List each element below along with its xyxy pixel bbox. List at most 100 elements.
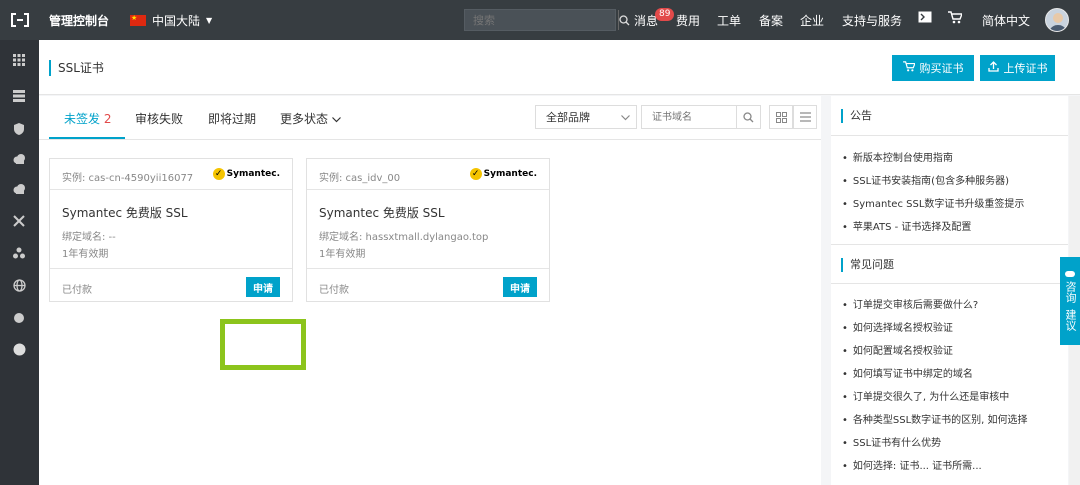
chevron-down-icon [331, 112, 341, 126]
region-label: 中国大陆 [152, 14, 201, 28]
top-bar: 管理控制台 中国大陆 ▼ 消息 89 费用 工单 备案 企业 支持与服务 简体中… [0, 0, 1080, 40]
symantec-logo: ✓ Symantec. [212, 168, 280, 180]
domain-search-input[interactable] [642, 106, 736, 128]
globe-icon[interactable] [10, 276, 28, 294]
buy-certificate-button[interactable]: 购买证书 [892, 55, 974, 81]
brand-name: Symantec. [226, 169, 280, 179]
faq-link[interactable]: 各种类型SSL数字证书的区别, 如何选择 [842, 411, 1028, 426]
upload-certificate-button[interactable]: 上传证书 [980, 55, 1055, 81]
validity-period: 1年有效期 [62, 249, 109, 260]
certificate-card: 实例: cas_idv_00 ✓ Symantec. Symantec 免费版 S… [306, 158, 550, 302]
card-header: 实例: cas-cn-4590yii16077 ✓ Symantec. [50, 159, 292, 190]
china-flag-icon [130, 14, 146, 26]
tab-more-status-label: 更多状态 [280, 112, 329, 126]
cloud-upload-icon[interactable] [10, 180, 28, 198]
terminal-icon[interactable] [918, 11, 932, 26]
faq-link[interactable]: 如何选择: 证书... 证书所需... [842, 457, 982, 472]
brand-select[interactable]: 全部品牌 [535, 105, 637, 129]
nav-billing[interactable]: 费用 [676, 12, 700, 29]
faq-link[interactable]: 如何选择域名授权验证 [842, 319, 953, 334]
active-tab-indicator [49, 137, 125, 139]
region-selector[interactable]: 中国大陆 ▼ [130, 12, 212, 29]
highlight-box [220, 319, 306, 370]
faq-title: 常见问题 [841, 258, 894, 272]
tab-more-status[interactable]: 更多状态 [280, 110, 341, 127]
main-area: SSL证书 购买证书 上传证书 未签发 2 审核失败 即将过期 更多状态 全部品… [39, 40, 1080, 485]
brand-name: Symantec. [483, 169, 537, 179]
tab-expiring[interactable]: 即将过期 [208, 110, 256, 127]
tab-unissued-label: 未签发 [64, 112, 101, 126]
tab-unissued-count: 2 [103, 112, 112, 126]
caret-down-icon: ▼ [206, 16, 213, 25]
message-count-badge: 89 [655, 8, 675, 21]
nav-icp[interactable]: 备案 [759, 12, 783, 29]
announcement-link[interactable]: Symantec SSL数字证书升级重签提示 [842, 195, 1025, 210]
certificate-list-panel: 未签发 2 审核失败 即将过期 更多状态 全部品牌 实例: cas [39, 96, 821, 485]
announcements-header: 公告 [831, 96, 1068, 136]
nav-tickets[interactable]: 工单 [717, 12, 741, 29]
card-header: 实例: cas_idv_00 ✓ Symantec. [307, 159, 549, 190]
certificate-name: Symantec 免费版 SSL [319, 206, 445, 220]
chevron-down-icon [621, 111, 636, 124]
network-icon[interactable] [10, 212, 28, 230]
divider [50, 268, 292, 269]
buy-certificate-label: 购买证书 [919, 62, 964, 75]
apply-button[interactable]: 申请 [503, 277, 537, 297]
right-panel: 公告 新版本控制台使用指南 SSL证书安装指南(包含多种服务器) Symante… [831, 96, 1068, 485]
search-icon[interactable] [618, 10, 630, 30]
list-view-icon[interactable] [793, 105, 817, 129]
grid-view-icon[interactable] [769, 105, 793, 129]
consult-label: 咨询 [1064, 281, 1077, 303]
faq-link[interactable]: 订单提交很久了, 为什么还是审核中 [842, 388, 1009, 403]
status-tabs: 未签发 2 审核失败 即将过期 更多状态 全部品牌 [39, 96, 821, 140]
user-avatar[interactable] [1045, 8, 1069, 32]
cloud-icon[interactable] [10, 150, 28, 168]
announcements-title: 公告 [841, 109, 872, 123]
search-icon[interactable] [736, 106, 760, 128]
instance-id: 实例: cas-cn-4590yii16077 [62, 173, 194, 184]
language-selector[interactable]: 简体中文 [982, 12, 1030, 29]
security-icon[interactable] [10, 308, 28, 326]
checkmark-icon: ✓ [469, 168, 482, 180]
faq-link[interactable]: 订单提交审核后需要做什么? [842, 296, 978, 311]
grid-menu-icon[interactable] [10, 51, 28, 69]
payment-status: 已付款 [319, 285, 349, 296]
search-input[interactable] [465, 10, 618, 30]
apply-button[interactable]: 申请 [246, 277, 280, 297]
sidebar [0, 40, 39, 485]
aliyun-logo-icon[interactable] [0, 0, 39, 40]
brand-select-value: 全部品牌 [546, 111, 590, 124]
upload-icon [987, 61, 999, 75]
suggest-label: 建议 [1064, 309, 1077, 331]
circle-icon[interactable] [10, 340, 28, 358]
bound-domain: 绑定域名: hassxtmall.dylangao.top [319, 232, 489, 243]
tab-unissued[interactable]: 未签发 2 [64, 110, 111, 127]
cluster-icon[interactable] [10, 244, 28, 262]
certificate-card: 实例: cas-cn-4590yii16077 ✓ Symantec. Syman… [49, 158, 293, 302]
checkmark-icon: ✓ [212, 168, 225, 180]
announcement-link[interactable]: 苹果ATS - 证书选择及配置 [842, 218, 972, 233]
page-title: SSL证书 [49, 60, 104, 76]
tab-review-failed[interactable]: 审核失败 [135, 110, 183, 127]
nav-enterprise[interactable]: 企业 [800, 12, 824, 29]
nav-support[interactable]: 支持与服务 [842, 12, 902, 29]
server-icon[interactable] [10, 87, 28, 105]
faq-header: 常见问题 [831, 244, 1068, 284]
instance-id: 实例: cas_idv_00 [319, 173, 401, 184]
divider [307, 268, 549, 269]
announcement-link[interactable]: 新版本控制台使用指南 [842, 149, 953, 164]
bound-domain: 绑定域名: -- [62, 232, 116, 243]
announcement-link[interactable]: SSL证书安装指南(包含多种服务器) [842, 172, 1009, 187]
faq-link[interactable]: 如何配置域名授权验证 [842, 342, 953, 357]
feedback-icon [1065, 271, 1075, 277]
certificate-name: Symantec 免费版 SSL [62, 206, 188, 220]
payment-status: 已付款 [62, 285, 92, 296]
faq-link[interactable]: 如何填写证书中绑定的域名 [842, 365, 973, 380]
upload-certificate-label: 上传证书 [1003, 62, 1048, 75]
faq-link[interactable]: SSL证书有什么优势 [842, 434, 941, 449]
cart-icon[interactable] [948, 11, 964, 27]
domain-search [641, 105, 761, 129]
feedback-widget[interactable]: 咨询 建议 [1060, 257, 1080, 345]
shield-icon[interactable] [10, 120, 28, 138]
console-title[interactable]: 管理控制台 [49, 12, 109, 29]
